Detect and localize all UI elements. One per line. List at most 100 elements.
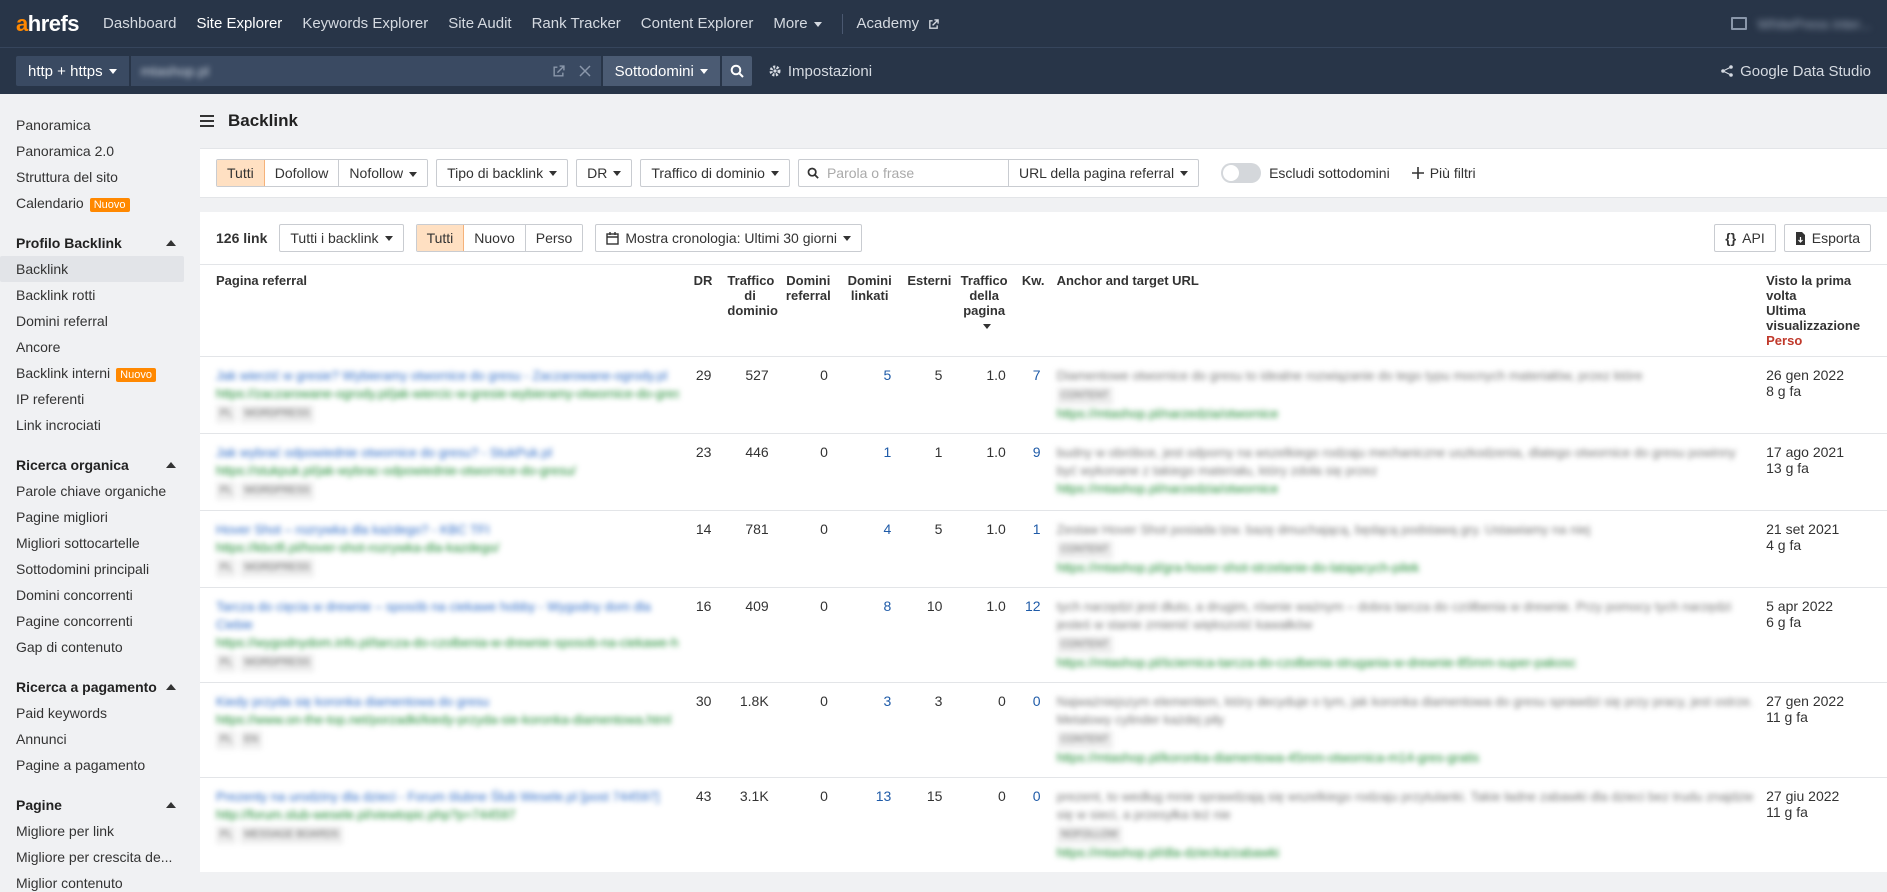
open-external-icon[interactable]: [552, 64, 565, 78]
nav-item-site-explorer[interactable]: Site Explorer: [196, 15, 282, 32]
sidebar-item-calendario[interactable]: Calendario Nuovo: [0, 190, 200, 216]
sidebar-section-header[interactable]: Pagine: [0, 792, 200, 818]
target-url-input[interactable]: mtashop.pl: [130, 56, 601, 86]
sidebar-item-struttura-del-sito[interactable]: Struttura del sito: [0, 164, 200, 190]
sidebar-item-migliore-per-crescita-de-[interactable]: Migliore per crescita de...: [0, 844, 200, 870]
filter-all[interactable]: Tutti: [217, 160, 265, 186]
google-data-studio-link[interactable]: Google Data Studio: [1720, 63, 1871, 80]
account-name[interactable]: WhitePress inter...: [1757, 16, 1871, 32]
exclude-subdomains-toggle[interactable]: [1221, 163, 1262, 183]
col-referring-page[interactable]: Pagina referral: [200, 264, 685, 357]
target-url[interactable]: https://mtashop.pl/narzedzia/otwornice: [1057, 405, 1755, 423]
col-kw[interactable]: Kw.: [1015, 264, 1051, 357]
menu-icon[interactable]: [200, 112, 214, 130]
referring-page-title[interactable]: Kiedy przyda się koronka diamentowa do g…: [216, 693, 679, 711]
target-url[interactable]: https://mtashop.pl/koronka-diamentowa-45…: [1057, 749, 1755, 767]
keywords-cell[interactable]: 1: [1015, 510, 1051, 588]
history-dropdown[interactable]: Mostra cronologia: Ultimi 30 giorni: [595, 224, 862, 252]
sidebar-item-backlink-rotti[interactable]: Backlink rotti: [0, 282, 200, 308]
referring-page-title[interactable]: Hover Shot – rozrywka dla każdego? - KBC…: [216, 521, 679, 539]
search-scope-dropdown[interactable]: URL della pagina referral: [1009, 160, 1198, 186]
sidebar-item-migliore-per-link[interactable]: Migliore per link: [0, 818, 200, 844]
sidebar-item-domini-concorrenti[interactable]: Domini concorrenti: [0, 582, 200, 608]
linked-domains-cell[interactable]: 13: [837, 777, 902, 872]
keywords-cell[interactable]: 12: [1015, 587, 1051, 683]
sidebar-item-panoramica[interactable]: Panoramica: [0, 112, 200, 138]
filter-nofollow[interactable]: Nofollow: [339, 160, 428, 186]
col-ref-domains[interactable]: Domini referral: [778, 264, 838, 357]
linked-domains-cell[interactable]: 1: [837, 433, 902, 511]
col-dates[interactable]: Visto la prima volta Ultima visualizzazi…: [1760, 264, 1887, 357]
all-backlinks-dropdown[interactable]: Tutti i backlink: [279, 224, 404, 252]
linked-domains-cell[interactable]: 3: [837, 682, 902, 778]
target-url[interactable]: https://mtashop.pl/gra-hover-shot-strzel…: [1057, 559, 1755, 577]
target-url[interactable]: https://mtashop.pl/ściernica-tarcza-do-c…: [1057, 654, 1755, 672]
export-button[interactable]: Esporta: [1783, 224, 1871, 252]
nav-more[interactable]: More: [773, 15, 822, 32]
referring-page-title[interactable]: Jak wybrać odpowiednie otwornice do gres…: [216, 444, 679, 462]
api-button[interactable]: {} API: [1714, 224, 1776, 252]
sidebar-item-sottodomini-principali[interactable]: Sottodomini principali: [0, 556, 200, 582]
linked-domains-cell[interactable]: 8: [837, 587, 902, 683]
sidebar-item-panoramica-2-0[interactable]: Panoramica 2.0: [0, 138, 200, 164]
more-filters-button[interactable]: Più filtri: [1411, 165, 1476, 181]
referring-page-url[interactable]: https://wygodnydom.info.pl/tarcza-do-czo…: [216, 634, 679, 652]
sidebar-section-header[interactable]: Ricerca organica: [0, 452, 200, 478]
referring-page-title[interactable]: Prezenty na urodziny dla dzieci - Forum …: [216, 788, 679, 806]
status-new[interactable]: Nuovo: [464, 225, 526, 251]
col-linked-domains[interactable]: Domini linkati: [837, 264, 902, 357]
nav-item-site-audit[interactable]: Site Audit: [448, 15, 511, 32]
mode-select[interactable]: Sottodomini: [602, 56, 720, 86]
col-external[interactable]: Esterni: [901, 264, 953, 357]
referring-page-title[interactable]: Jak wierzić w gresie? Wybieramy otwornic…: [216, 367, 679, 385]
nav-item-content-explorer[interactable]: Content Explorer: [641, 15, 754, 32]
domain-traffic-dropdown[interactable]: Traffico di dominio: [640, 159, 790, 187]
filter-dofollow[interactable]: Dofollow: [264, 160, 340, 186]
referring-page-url[interactable]: https://stukpuk.pl/jak-wybrac-odpowiedni…: [216, 462, 679, 480]
keywords-cell[interactable]: 0: [1015, 777, 1051, 872]
sidebar-item-domini-referral[interactable]: Domini referral: [0, 308, 200, 334]
keywords-cell[interactable]: 9: [1015, 433, 1051, 511]
nav-item-rank-tracker[interactable]: Rank Tracker: [532, 15, 621, 32]
sidebar-item-pagine-a-pagamento[interactable]: Pagine a pagamento: [0, 752, 200, 778]
search-button[interactable]: [721, 56, 752, 86]
sidebar-item-migliori-sottocartelle[interactable]: Migliori sottocartelle: [0, 530, 200, 556]
sidebar-item-miglior-contenuto[interactable]: Miglior contenuto: [0, 870, 200, 892]
col-domain-traffic[interactable]: Traffico di dominio: [721, 264, 779, 357]
sidebar-item-pagine-concorrenti[interactable]: Pagine concorrenti: [0, 608, 200, 634]
keywords-cell[interactable]: 7: [1015, 356, 1051, 434]
sidebar-item-pagine-migliori[interactable]: Pagine migliori: [0, 504, 200, 530]
sidebar-item-ancore[interactable]: Ancore: [0, 334, 200, 360]
backlink-type-dropdown[interactable]: Tipo di backlink: [436, 159, 569, 187]
nav-item-keywords-explorer[interactable]: Keywords Explorer: [302, 15, 428, 32]
target-url[interactable]: https://mtashop.pl/dla-dziecka/zabawki: [1057, 844, 1755, 862]
dr-dropdown[interactable]: DR: [576, 159, 633, 187]
sidebar-item-link-incrociati[interactable]: Link incrociati: [0, 412, 200, 438]
sidebar-item-paid-keywords[interactable]: Paid keywords: [0, 700, 200, 726]
clear-icon[interactable]: [579, 64, 591, 77]
linked-domains-cell[interactable]: 5: [837, 356, 902, 434]
referring-page-url[interactable]: http://forum.slub-wesele.pl/viewtopic.ph…: [216, 806, 679, 824]
phrase-search-input[interactable]: Parola o frase: [799, 160, 1009, 186]
sidebar-item-backlink-interni[interactable]: Backlink interni Nuovo: [0, 360, 200, 386]
referring-page-title[interactable]: Tarcza do cięcia w drewnie – sposób na c…: [216, 598, 679, 634]
target-url[interactable]: https://mtashop.pl/narzedzia/otwornice: [1057, 480, 1755, 498]
nav-item-dashboard[interactable]: Dashboard: [103, 15, 176, 32]
sidebar-item-parole-chiave-organiche[interactable]: Parole chiave organiche: [0, 478, 200, 504]
nav-academy[interactable]: Academy: [857, 15, 940, 32]
referring-page-url[interactable]: https://zaczarowane-ogrody.pl/jak-wierci…: [216, 385, 679, 403]
sidebar-section-header[interactable]: Profilo Backlink: [0, 230, 200, 256]
sidebar-item-gap-di-contenuto[interactable]: Gap di contenuto: [0, 634, 200, 660]
sidebar-item-backlink[interactable]: Backlink: [0, 256, 184, 282]
protocol-select[interactable]: http + https: [16, 56, 129, 86]
linked-domains-cell[interactable]: 4: [837, 510, 902, 588]
keywords-cell[interactable]: 0: [1015, 682, 1051, 778]
status-all[interactable]: Tutti: [416, 225, 465, 251]
account-area[interactable]: WhitePress inter...: [1731, 16, 1871, 32]
sidebar-item-ip-referenti[interactable]: IP referenti: [0, 386, 200, 412]
referring-page-url[interactable]: https://www.on-the-top.net/porzadki/kied…: [216, 711, 679, 729]
col-dr[interactable]: DR: [684, 264, 722, 357]
col-anchor[interactable]: Anchor and target URL: [1050, 264, 1761, 357]
sidebar-section-header[interactable]: Ricerca a pagamento: [0, 674, 200, 700]
ahrefs-logo[interactable]: a hrefs: [16, 11, 80, 37]
